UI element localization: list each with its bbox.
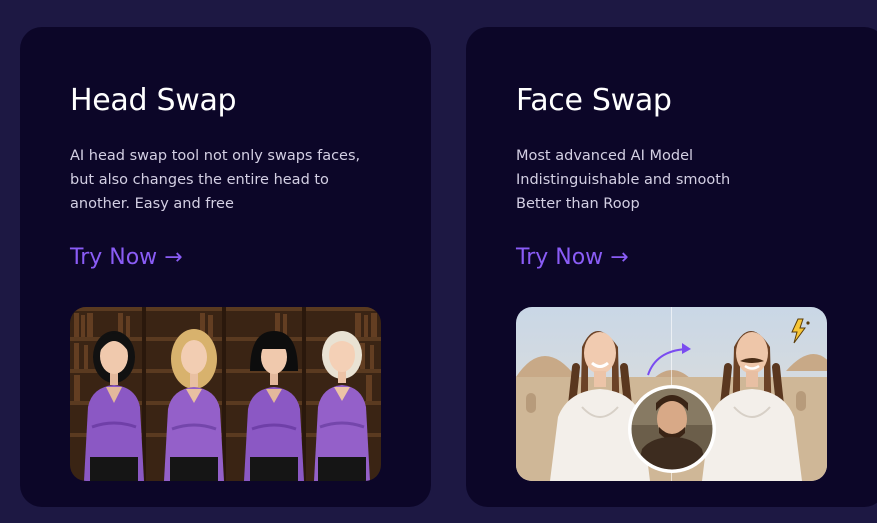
description-line: but also changes the entire head to <box>70 172 329 188</box>
lightning-icon <box>793 319 813 343</box>
head-swap-card[interactable]: Head Swap AI head swap tool not only swa… <box>20 27 431 507</box>
card-description: AI head swap tool not only swaps faces, … <box>70 144 360 216</box>
head-swap-try-now-link[interactable]: Try Now → <box>70 245 183 270</box>
description-line: AI head swap tool not only swaps faces, <box>70 148 361 164</box>
face-swap-card[interactable]: Face Swap Most advanced AI Model Indisti… <box>466 27 877 507</box>
description-line: Most advanced AI Model <box>516 148 694 164</box>
card-description: Most advanced AI Model Indistinguishable… <box>516 144 730 216</box>
face-swap-preview-image[interactable] <box>516 307 827 481</box>
head-swap-preview-image[interactable] <box>70 307 381 481</box>
description-line: Better than Roop <box>516 196 640 212</box>
description-line: another. Easy and free <box>70 196 234 212</box>
card-title: Face Swap <box>516 83 672 118</box>
face-swap-try-now-link[interactable]: Try Now → <box>516 245 629 270</box>
description-line: Indistinguishable and smooth <box>516 172 731 188</box>
feature-cards-section: Head Swap AI head swap tool not only swa… <box>0 0 877 523</box>
card-title: Head Swap <box>70 83 237 118</box>
